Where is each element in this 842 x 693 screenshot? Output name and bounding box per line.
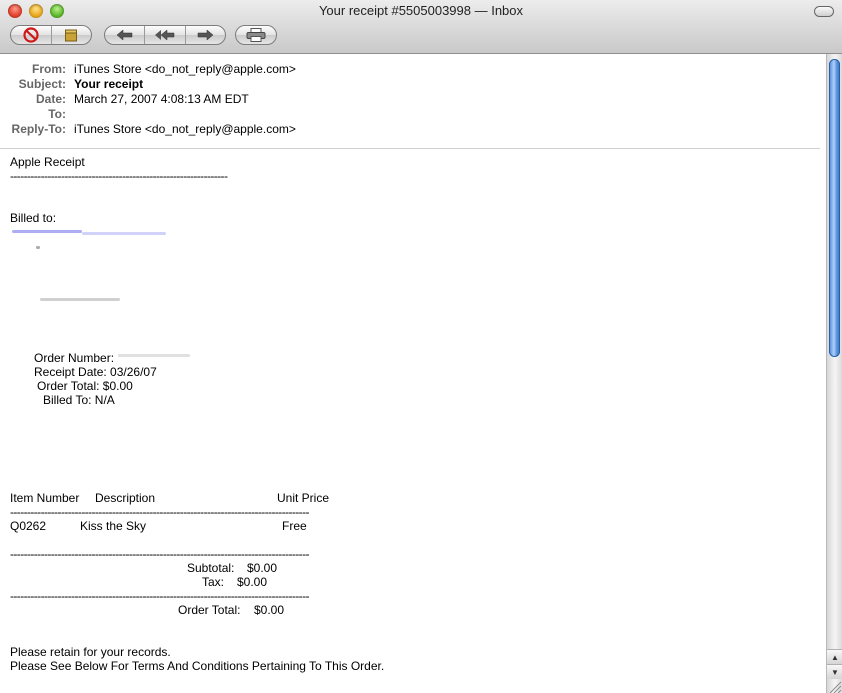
- receipt-date: Receipt Date: 03/26/07: [34, 365, 157, 379]
- redacted-text: [12, 230, 82, 233]
- print-group: [235, 25, 277, 45]
- dash-rule: ----------------------------------------…: [10, 589, 309, 603]
- reply-button[interactable]: [105, 26, 144, 44]
- subtotal-label: Subtotal:: [187, 561, 235, 575]
- no-entry-icon: [23, 27, 39, 43]
- tax-label: Tax:: [202, 575, 225, 589]
- reply-forward-group: [104, 25, 226, 45]
- redacted-text: [118, 354, 190, 357]
- subtotal-value: $0.00: [247, 561, 278, 575]
- delete-button[interactable]: [11, 26, 51, 44]
- to-label: To:: [48, 107, 66, 121]
- item-description: Kiss the Sky: [80, 519, 147, 533]
- from-value[interactable]: iTunes Store <do_not_reply@apple.com>: [74, 62, 296, 77]
- resize-grip-icon[interactable]: [826, 679, 842, 693]
- order-number-label: Order Number:: [34, 351, 115, 365]
- col-item-number: Item Number: [10, 491, 80, 505]
- dash-rule: ----------------------------------------…: [10, 169, 228, 183]
- footer-terms: Please See Below For Terms And Condition…: [10, 659, 385, 673]
- forward-button[interactable]: [184, 26, 225, 44]
- item-price: Free: [282, 519, 307, 533]
- header-divider: [0, 148, 820, 149]
- order-total-value: $0.00: [254, 603, 285, 617]
- redacted-text: [82, 232, 166, 235]
- order-total-label: Order Total:: [178, 603, 241, 617]
- redacted-text: [36, 246, 40, 249]
- reply-all-arrow-icon: [154, 29, 175, 41]
- from-label: From:: [32, 62, 66, 76]
- printer-icon: [246, 28, 266, 42]
- redacted-text: [40, 298, 120, 301]
- reply-arrow-icon: [116, 29, 132, 41]
- window-toolbar: Your receipt #5505003998 — Inbox: [0, 0, 842, 54]
- message-view: From: iTunes Store <do_not_reply@apple.c…: [0, 54, 826, 693]
- subject-label: Subject:: [18, 77, 66, 91]
- col-unit-price: Unit Price: [277, 491, 330, 505]
- date-label: Date:: [35, 92, 66, 106]
- scrollbar-thumb[interactable]: [829, 59, 840, 357]
- junk-button[interactable]: [50, 26, 92, 44]
- col-description: Description: [95, 491, 156, 505]
- footer-retain: Please retain for your records.: [10, 645, 171, 659]
- junk-bin-icon: [65, 29, 78, 42]
- item-number: Q0262: [10, 519, 47, 533]
- window-title: Your receipt #5505003998 — Inbox: [318, 3, 524, 18]
- delete-junk-group: [10, 25, 92, 45]
- toolbar-toggle-button[interactable]: [814, 6, 834, 17]
- billed-to-label: Billed to:: [10, 211, 57, 225]
- order-total-line: Order Total: $0.00: [37, 379, 133, 393]
- scroll-down-arrow[interactable]: ▼: [827, 664, 842, 679]
- forward-arrow-icon: [198, 29, 214, 41]
- date-value: March 27, 2007 4:08:13 AM EDT: [74, 92, 249, 106]
- dash-rule: ----------------------------------------…: [10, 547, 309, 561]
- vertical-scrollbar[interactable]: ▲ ▼: [826, 54, 842, 693]
- billed-to-line: Billed To: N/A: [43, 393, 115, 407]
- replyto-value[interactable]: iTunes Store <do_not_reply@apple.com>: [74, 122, 296, 137]
- dash-rule: ----------------------------------------…: [10, 505, 309, 519]
- replyto-label: Reply-To:: [11, 122, 66, 136]
- receipt-title: Apple Receipt: [10, 155, 85, 169]
- subject-value: Your receipt: [74, 77, 144, 91]
- tax-value: $0.00: [237, 575, 268, 589]
- scroll-up-arrow[interactable]: ▲: [827, 649, 842, 664]
- print-button[interactable]: [236, 26, 276, 44]
- reply-all-button[interactable]: [144, 26, 184, 44]
